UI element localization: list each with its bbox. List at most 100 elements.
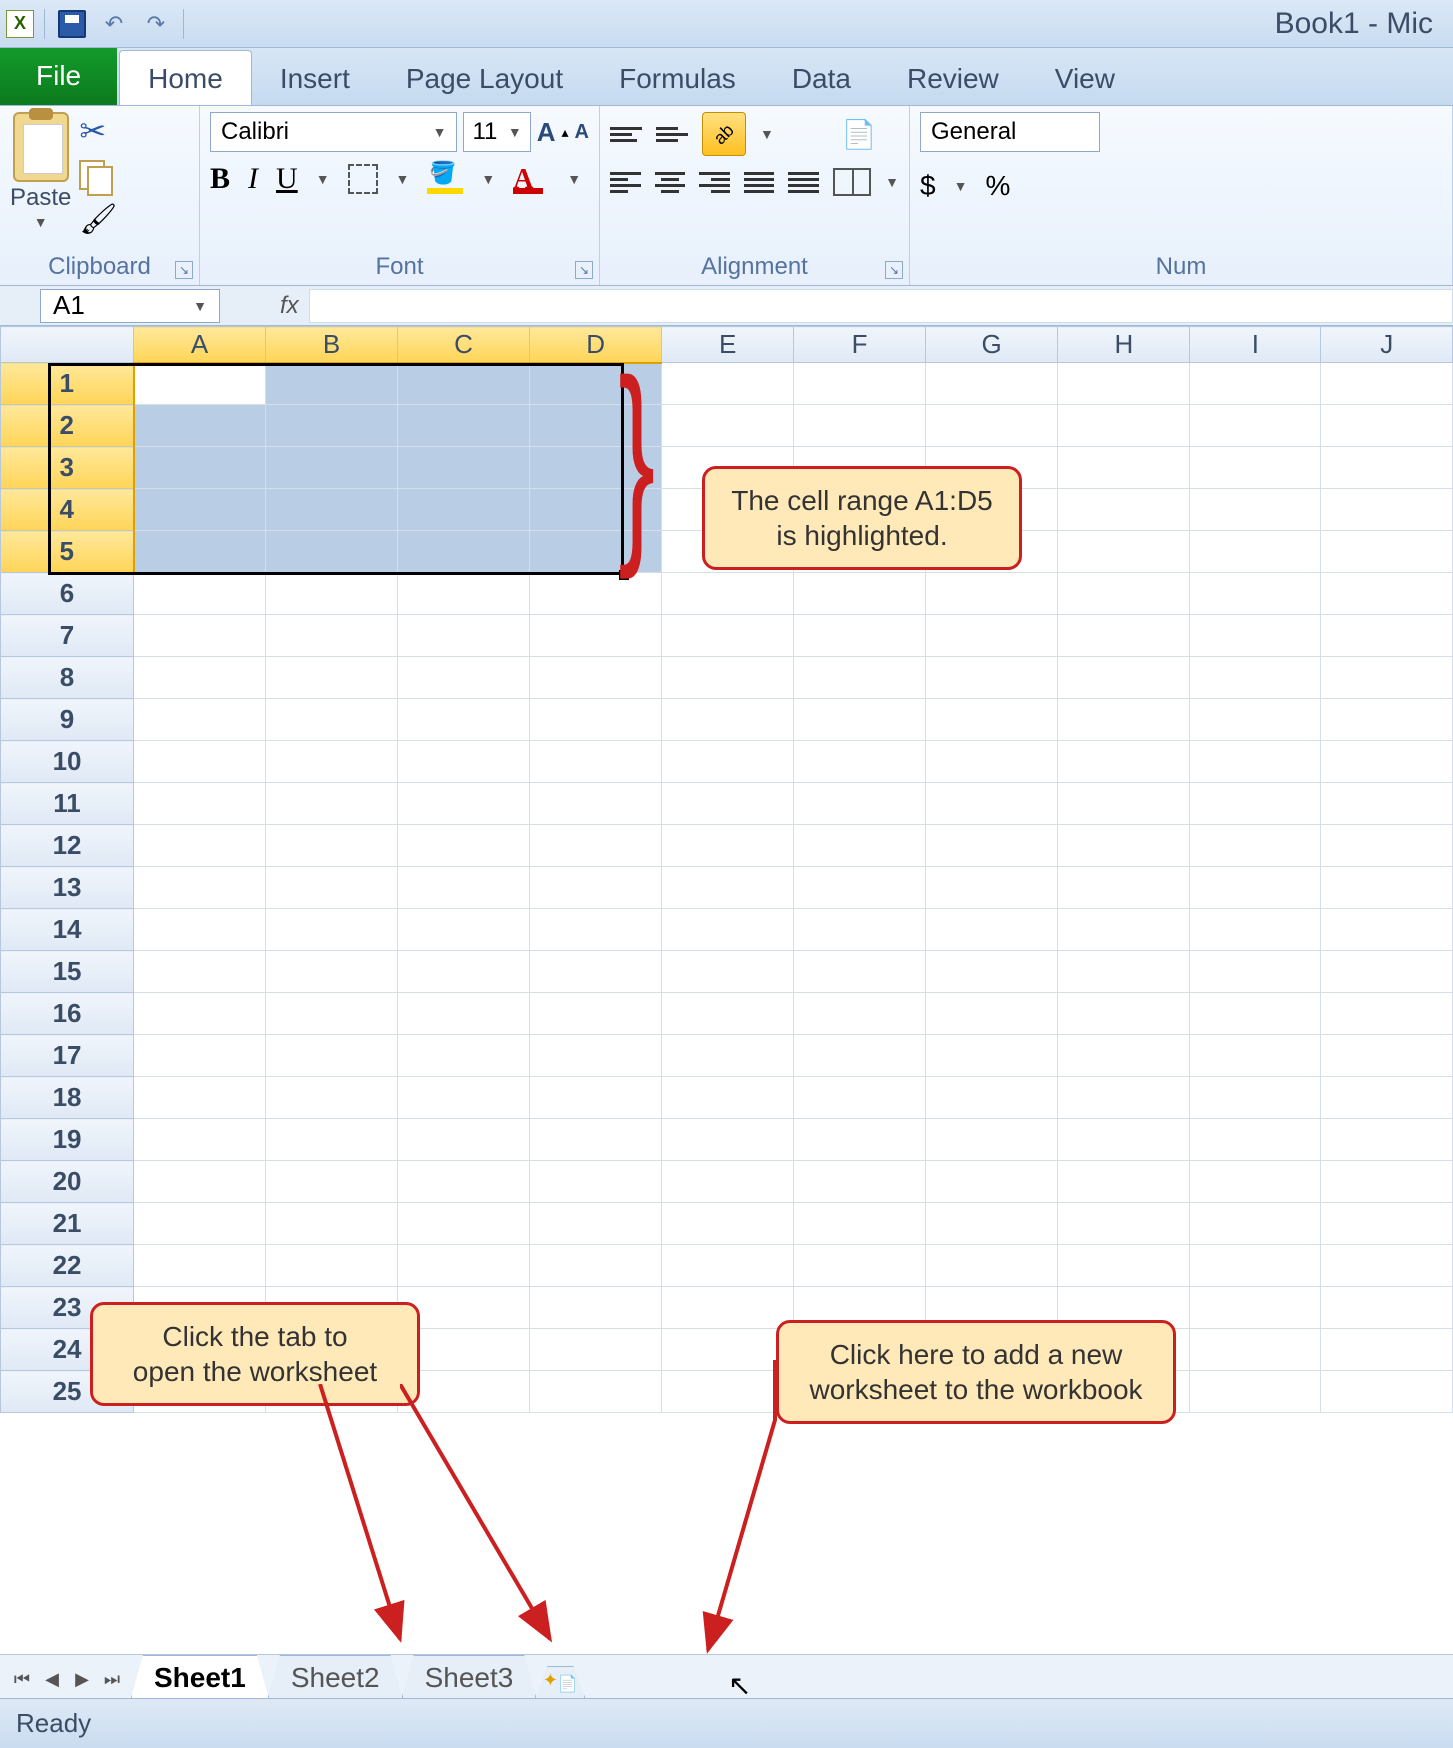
cell[interactable] — [1190, 657, 1321, 699]
cell[interactable] — [1058, 699, 1190, 741]
cell[interactable] — [1058, 489, 1190, 531]
sheet-tab[interactable]: Sheet2 — [268, 1655, 403, 1698]
cell[interactable] — [926, 573, 1058, 615]
cell[interactable] — [398, 573, 530, 615]
cell[interactable] — [266, 867, 398, 909]
cell[interactable] — [794, 1203, 926, 1245]
cell[interactable] — [1321, 489, 1453, 531]
cell[interactable] — [266, 825, 398, 867]
cell[interactable] — [1321, 447, 1453, 489]
cell[interactable] — [530, 1077, 662, 1119]
cell[interactable] — [266, 741, 398, 783]
column-header[interactable]: J — [1321, 327, 1453, 363]
cell[interactable] — [1058, 405, 1190, 447]
cell[interactable] — [662, 1119, 794, 1161]
cell[interactable] — [794, 951, 926, 993]
row-header[interactable]: 22 — [1, 1245, 134, 1287]
cell[interactable] — [1058, 1119, 1190, 1161]
cell[interactable] — [1058, 1203, 1190, 1245]
cell[interactable] — [926, 867, 1058, 909]
cell[interactable] — [794, 783, 926, 825]
cell[interactable] — [662, 951, 794, 993]
cell[interactable] — [266, 405, 398, 447]
next-sheet-button[interactable]: ▶ — [68, 1664, 96, 1694]
cell[interactable] — [398, 1077, 530, 1119]
cell[interactable] — [1190, 1245, 1321, 1287]
cell[interactable] — [1321, 405, 1453, 447]
alignment-launcher[interactable]: ↘ — [885, 261, 903, 279]
cell[interactable] — [926, 825, 1058, 867]
cell[interactable] — [1321, 741, 1453, 783]
cell[interactable] — [266, 363, 398, 405]
row-header[interactable]: 18 — [1, 1077, 134, 1119]
cell[interactable] — [662, 1035, 794, 1077]
cell[interactable] — [662, 825, 794, 867]
align-center-button[interactable] — [655, 168, 686, 196]
percent-button[interactable]: % — [985, 170, 1010, 202]
cell[interactable] — [1190, 573, 1321, 615]
cell[interactable] — [134, 447, 266, 489]
cell[interactable] — [1190, 993, 1321, 1035]
cell[interactable] — [1190, 1329, 1321, 1371]
cell[interactable] — [1190, 1077, 1321, 1119]
cell[interactable] — [530, 1287, 662, 1329]
cell[interactable] — [530, 993, 662, 1035]
cell[interactable] — [1321, 1287, 1453, 1329]
row-header[interactable]: 19 — [1, 1119, 134, 1161]
cell[interactable] — [134, 615, 266, 657]
cell[interactable] — [794, 573, 926, 615]
orientation-button[interactable]: ab — [702, 112, 746, 156]
cell[interactable] — [530, 1245, 662, 1287]
increase-font-size-button[interactable]: A — [537, 117, 556, 148]
cell[interactable] — [1058, 867, 1190, 909]
cell[interactable] — [662, 363, 794, 405]
cell[interactable] — [1058, 447, 1190, 489]
cell[interactable] — [662, 1329, 794, 1371]
prev-sheet-button[interactable]: ◀ — [38, 1664, 66, 1694]
cell[interactable] — [398, 363, 530, 405]
row-header[interactable]: 5 — [1, 531, 134, 573]
align-right-button[interactable] — [699, 168, 730, 196]
column-header[interactable]: E — [662, 327, 794, 363]
cell[interactable] — [1058, 741, 1190, 783]
cell[interactable] — [1321, 531, 1453, 573]
cell[interactable] — [530, 1371, 662, 1413]
cell[interactable] — [926, 699, 1058, 741]
cell[interactable] — [1321, 1329, 1453, 1371]
cell[interactable] — [794, 1119, 926, 1161]
cell[interactable] — [662, 909, 794, 951]
row-header[interactable]: 2 — [1, 405, 134, 447]
cell[interactable] — [1321, 1161, 1453, 1203]
cell[interactable] — [794, 615, 926, 657]
border-button[interactable] — [348, 164, 378, 194]
cell[interactable] — [530, 1119, 662, 1161]
cell[interactable] — [926, 741, 1058, 783]
tab-insert[interactable]: Insert — [252, 51, 378, 105]
cell[interactable] — [1321, 363, 1453, 405]
cell[interactable] — [266, 1161, 398, 1203]
cell[interactable] — [266, 1035, 398, 1077]
cell[interactable] — [926, 363, 1058, 405]
cell[interactable] — [398, 993, 530, 1035]
cell[interactable] — [926, 1077, 1058, 1119]
format-painter-button[interactable]: 🖌 — [79, 202, 117, 237]
cell[interactable] — [794, 1161, 926, 1203]
row-header[interactable]: 14 — [1, 909, 134, 951]
cell[interactable] — [134, 783, 266, 825]
cell[interactable] — [926, 1245, 1058, 1287]
align-left-button[interactable] — [610, 168, 641, 196]
cell[interactable] — [266, 573, 398, 615]
fill-color-button[interactable] — [427, 164, 463, 194]
cell[interactable] — [134, 699, 266, 741]
cell[interactable] — [1190, 1371, 1321, 1413]
cell[interactable] — [1190, 867, 1321, 909]
cell[interactable] — [1190, 1119, 1321, 1161]
cell[interactable] — [1058, 1077, 1190, 1119]
sheet-tab[interactable]: Sheet1 — [131, 1655, 269, 1698]
cell[interactable] — [266, 1119, 398, 1161]
cell[interactable] — [926, 783, 1058, 825]
cell[interactable] — [398, 531, 530, 573]
cell[interactable] — [398, 657, 530, 699]
cell[interactable] — [662, 615, 794, 657]
cell[interactable] — [662, 867, 794, 909]
